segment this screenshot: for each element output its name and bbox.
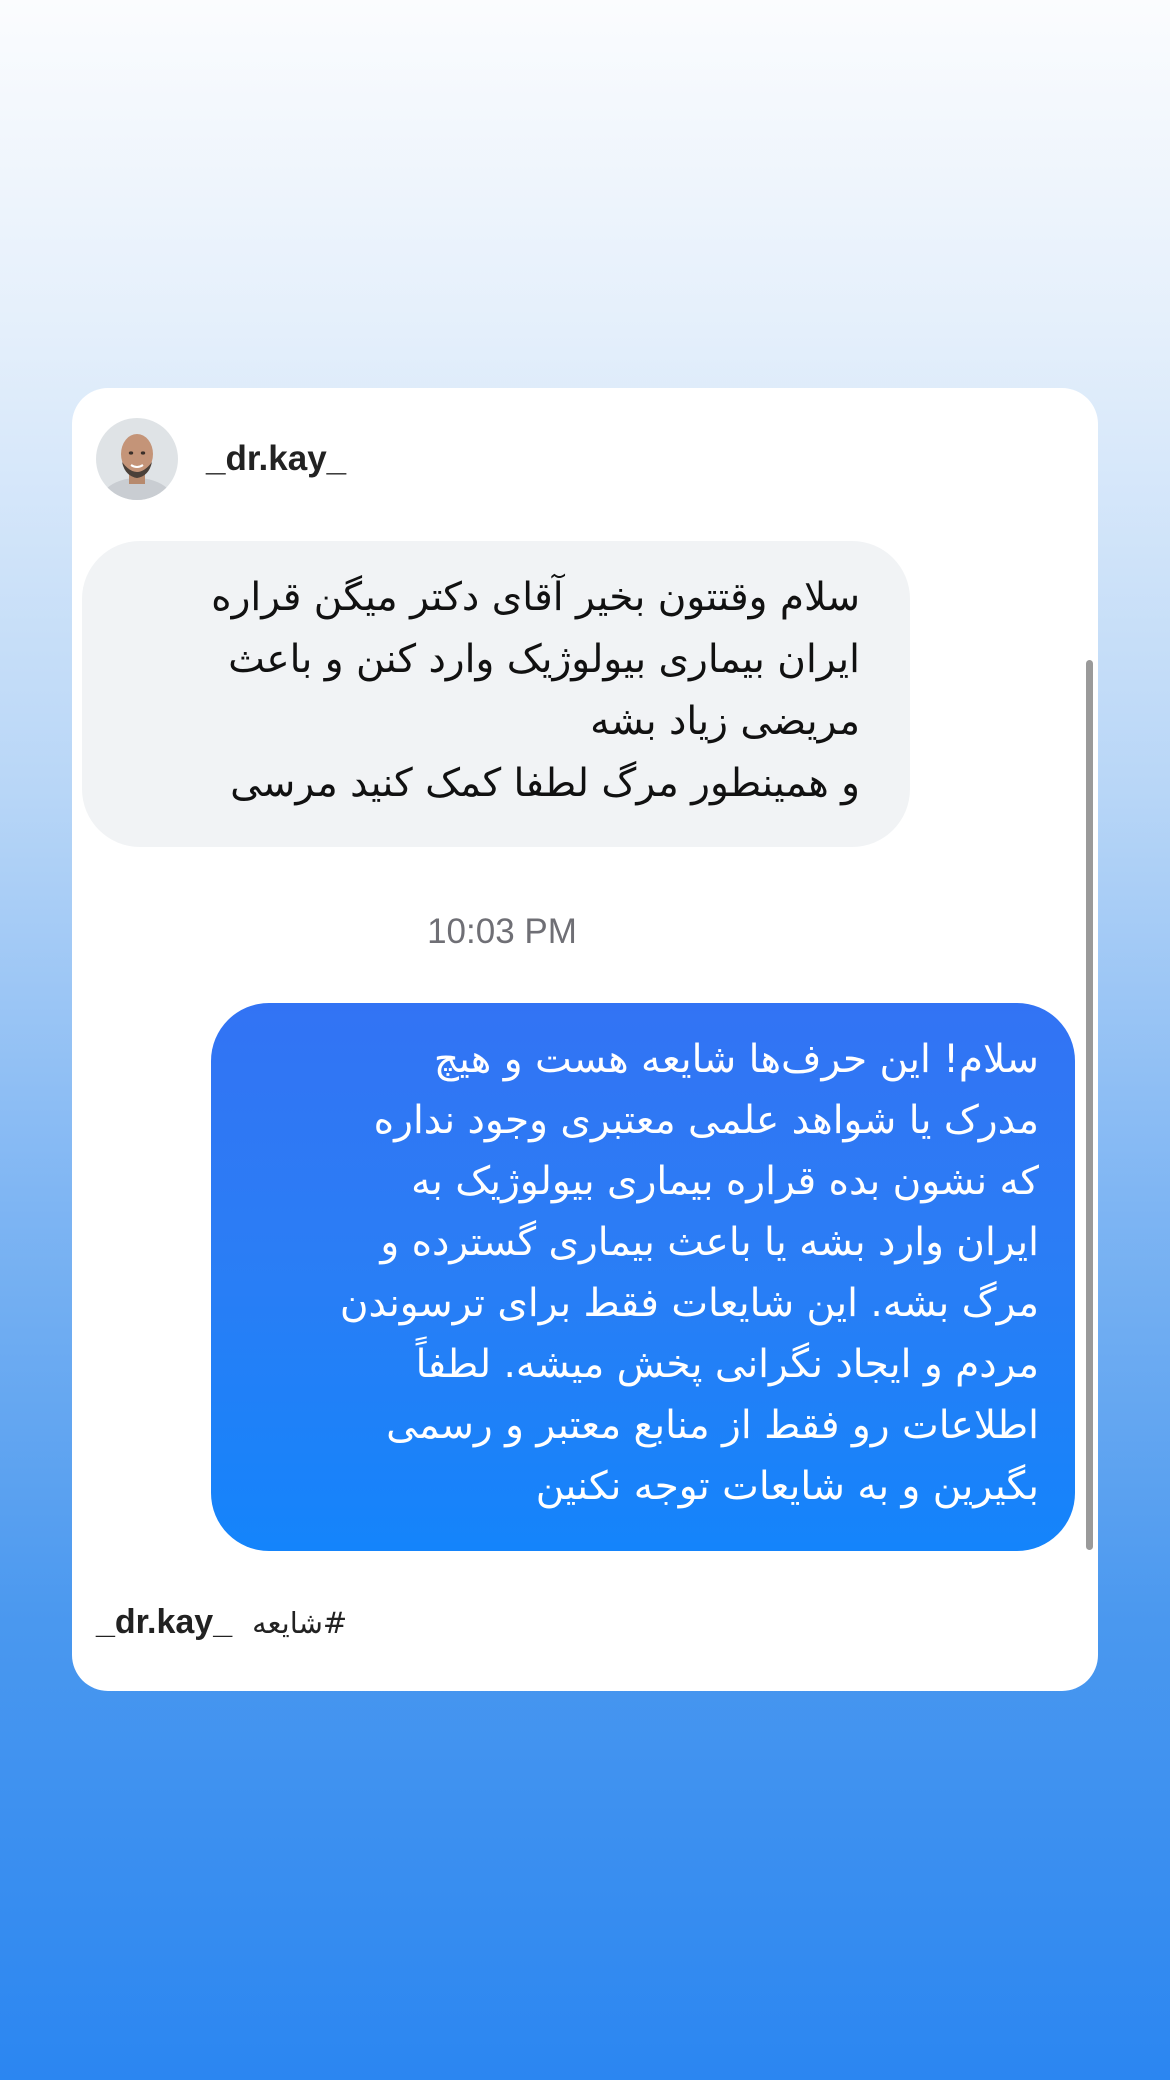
message-timestamp: 10:03 PM bbox=[427, 912, 577, 951]
message-line: مریضی زیاد بشه bbox=[590, 699, 860, 744]
post-footer: _dr.kay_ #شایعه bbox=[96, 1603, 347, 1642]
message-line: مرگ بشه. این شایعات فقط برای ترسوندن bbox=[339, 1281, 1039, 1326]
avatar[interactable] bbox=[96, 418, 178, 500]
message-line: سلام وقتتون بخیر آقای دکتر میگن قراره bbox=[211, 575, 860, 620]
post-header: _dr.kay_ bbox=[96, 418, 346, 500]
message-line: سلام! این حرف‌ها شایعه هست و هیچ bbox=[433, 1037, 1039, 1082]
message-line: و همینطور مرگ لطفا کمک کنید مرسی bbox=[230, 761, 860, 806]
message-line: مدرک یا شواهد علمی معتبری وجود نداره bbox=[373, 1098, 1039, 1143]
post-card: _dr.kay_ سلام وقتتون بخیر آقای دکتر میگن… bbox=[72, 388, 1098, 1691]
profile-photo-icon bbox=[96, 418, 178, 500]
outgoing-message-bubble: سلام! این حرف‌ها شایعه هست و هیچ مدرک یا… bbox=[211, 1003, 1075, 1551]
message-line: مردم و ایجاد نگرانی پخش میشه. لطفاً bbox=[415, 1342, 1039, 1387]
message-line: که نشون بده قراره بیماری بیولوژیک به bbox=[411, 1159, 1039, 1204]
footer-username[interactable]: _dr.kay_ bbox=[96, 1603, 232, 1642]
message-line: ایران وارد بشه یا باعث بیماری گسترده و bbox=[380, 1220, 1039, 1265]
scrollbar[interactable] bbox=[1086, 660, 1093, 1550]
incoming-message-bubble: سلام وقتتون بخیر آقای دکتر میگن قراره ای… bbox=[82, 541, 910, 847]
header-username[interactable]: _dr.kay_ bbox=[206, 439, 346, 479]
message-line: بگیرین و به شایعات توجه نکنین bbox=[535, 1464, 1039, 1509]
message-line: اطلاعات رو فقط از منابع معتبر و رسمی bbox=[386, 1403, 1039, 1448]
message-line: ایران بیماری بیولوژیک وارد کنن و باعث bbox=[228, 637, 860, 682]
hashtag-link[interactable]: #شایعه bbox=[252, 1606, 347, 1640]
